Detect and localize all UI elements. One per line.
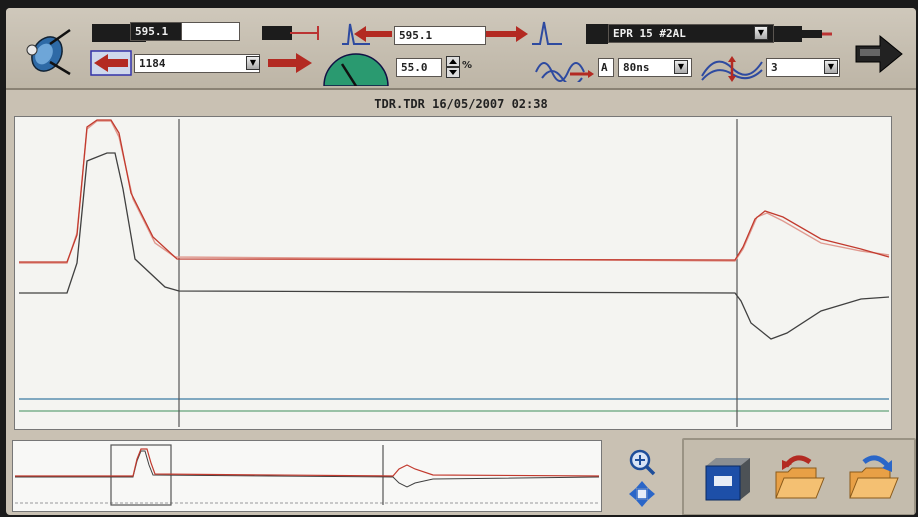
amplitude-mode-button[interactable]: A bbox=[598, 58, 614, 77]
zoom-in-icon[interactable] bbox=[628, 448, 656, 476]
save-disk-icon[interactable] bbox=[698, 452, 754, 504]
pulse-wave-icon bbox=[534, 52, 596, 86]
probe-logo-icon[interactable] bbox=[20, 24, 74, 76]
overview-trace-main bbox=[15, 448, 600, 477]
cable-dropdown-icon[interactable]: ▼ bbox=[754, 26, 768, 40]
open-folder-icon[interactable] bbox=[770, 452, 826, 504]
overview-trace-lower bbox=[15, 450, 600, 488]
pulse-width-dropdown-icon[interactable]: ▼ bbox=[674, 60, 688, 74]
gain-wave-icon bbox=[700, 50, 764, 84]
cursor1-value[interactable]: 595.1 bbox=[130, 22, 182, 41]
trace-overview[interactable] bbox=[12, 440, 602, 512]
trace-reference bbox=[19, 120, 890, 264]
cursor2-value[interactable]: 595.1 bbox=[394, 26, 486, 45]
toolbar: 595.1 1184 ▼ 595.1 55.0 % EPR 15 #2AL ▼ … bbox=[6, 8, 916, 90]
next-arrow-icon[interactable] bbox=[854, 34, 904, 74]
tdr-screen: 595.1 1184 ▼ 595.1 55.0 % EPR 15 #2AL ▼ … bbox=[6, 8, 916, 515]
velocity-unit: % bbox=[462, 60, 473, 71]
cursor1-value-box[interactable] bbox=[182, 22, 240, 41]
trace-title: TDR.TDR 16/05/2007 02:38 bbox=[374, 97, 548, 111]
velocity-stepper[interactable] bbox=[446, 56, 460, 78]
tdr-trace-plot[interactable] bbox=[14, 116, 892, 430]
trace-lower bbox=[19, 152, 890, 340]
trace-main bbox=[19, 119, 890, 263]
cable-type-select[interactable]: EPR 15 #2AL bbox=[608, 24, 774, 43]
open-folder-redo-icon[interactable] bbox=[844, 452, 900, 504]
range-left-arrow-icon[interactable] bbox=[90, 50, 132, 76]
range-dropdown-icon[interactable]: ▼ bbox=[246, 56, 260, 70]
velocity-field[interactable]: 55.0 bbox=[396, 58, 442, 77]
gain-dropdown-icon[interactable]: ▼ bbox=[824, 60, 838, 74]
range-select[interactable]: 1184 bbox=[134, 54, 260, 73]
file-actions bbox=[682, 438, 916, 515]
zoom-controls bbox=[624, 448, 660, 510]
pan-icon[interactable] bbox=[628, 480, 656, 508]
range-right-arrow-icon[interactable] bbox=[266, 50, 314, 76]
velocity-gauge-icon bbox=[320, 52, 392, 87]
